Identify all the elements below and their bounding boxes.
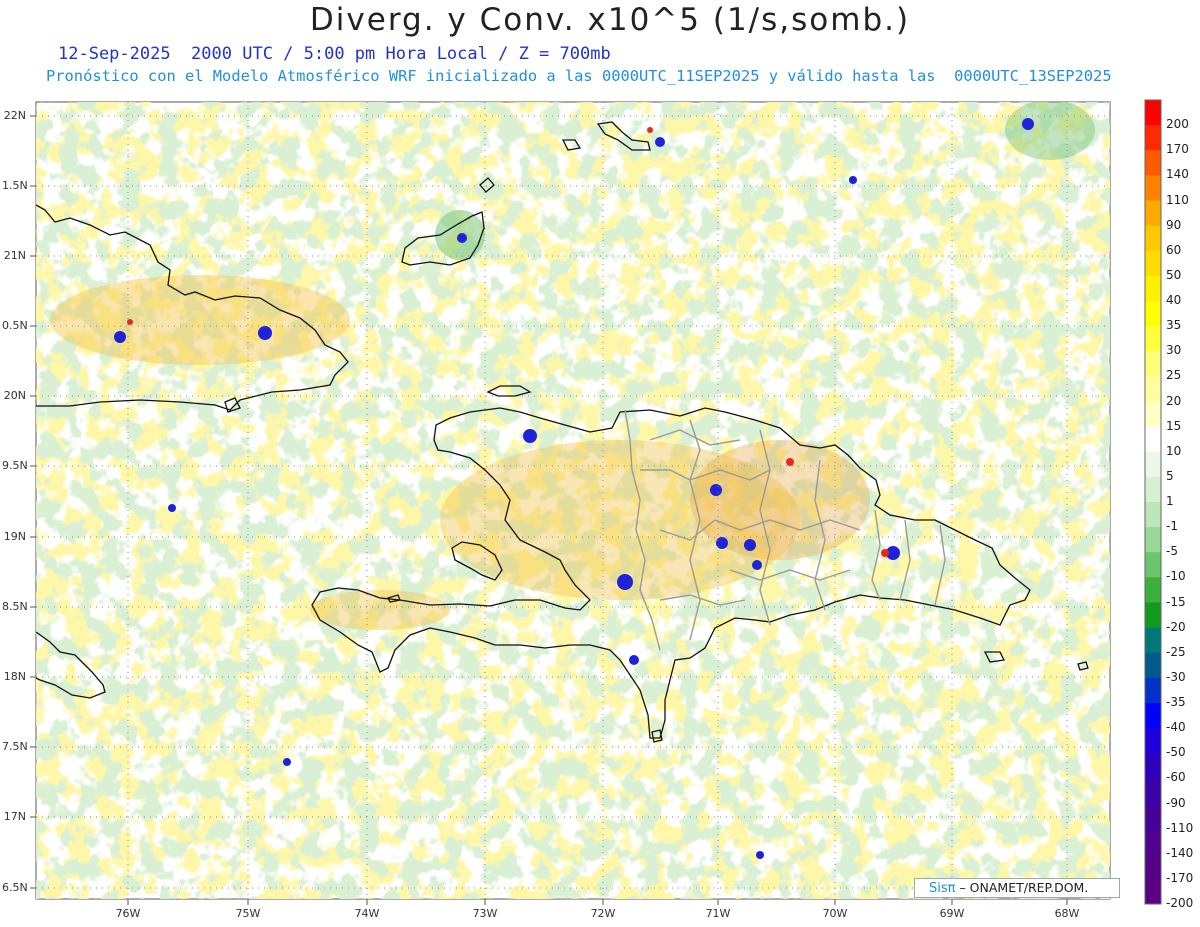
colorbar: [1144, 99, 1162, 905]
colorbar-swatch: [1145, 125, 1161, 151]
colorbar-label: -15: [1166, 594, 1186, 609]
colorbar-swatch: [1145, 150, 1161, 176]
colorbar-label: 110: [1166, 192, 1189, 207]
lat-label: 8.5N: [2, 600, 28, 613]
colorbar-swatch: [1145, 577, 1161, 603]
colorbar-swatch: [1145, 200, 1161, 227]
colorbar-swatch: [1145, 703, 1161, 729]
divergence-field: [36, 102, 1110, 899]
lon-label: 68W: [1054, 907, 1080, 920]
divergence-map: [30, 99, 1162, 905]
colorbar-label: -25: [1166, 644, 1186, 659]
colorbar-swatch: [1145, 803, 1161, 830]
lon-label: 72W: [590, 907, 616, 920]
colorbar-swatch: [1145, 677, 1161, 704]
colorbar-swatch: [1145, 878, 1161, 905]
colorbar-label: -1: [1166, 519, 1178, 534]
colorbar-swatch: [1145, 225, 1161, 252]
colorbar-swatch: [1145, 552, 1161, 578]
lon-label: 69W: [939, 907, 965, 920]
colorbar-label: 170: [1166, 142, 1189, 157]
credit-box: Sisπ – ONAMET/REP.DOM.: [914, 878, 1120, 898]
colorbar-swatch: [1145, 476, 1161, 503]
colorbar-swatch: [1145, 527, 1161, 553]
colorbar-swatch: [1145, 250, 1161, 277]
colorbar-label: 140: [1166, 167, 1189, 182]
colorbar-label: -170: [1166, 870, 1194, 885]
lat-label: 0.5N: [2, 319, 28, 332]
lat-label: 6.5N: [2, 881, 28, 894]
colorbar-swatch: [1145, 100, 1161, 126]
colorbar-label: -110: [1166, 820, 1194, 835]
colorbar-label: -10: [1166, 569, 1186, 584]
colorbar-label: -40: [1166, 720, 1186, 735]
colorbar-swatch: [1145, 426, 1161, 453]
colorbar-label: 200: [1166, 117, 1189, 132]
lat-label: 22N: [3, 109, 26, 122]
lon-label: 74W: [354, 907, 380, 920]
colorbar-label: 60: [1166, 242, 1182, 257]
lat-label: 17N: [3, 810, 26, 823]
colorbar-swatch: [1145, 753, 1161, 779]
lon-label: 71W: [705, 907, 731, 920]
colorbar-swatch: [1145, 828, 1161, 855]
lon-label: 70W: [822, 907, 848, 920]
colorbar-label: 30: [1166, 343, 1182, 358]
colorbar-label: 90: [1166, 217, 1182, 232]
sispi-logo: Sisπ: [929, 881, 956, 896]
colorbar-swatch: [1145, 728, 1161, 754]
lat-label: 9.5N: [2, 459, 28, 472]
lon-label: 73W: [472, 907, 498, 920]
colorbar-label: 40: [1166, 293, 1182, 307]
colorbar-label: -50: [1166, 745, 1186, 760]
colorbar-swatch: [1145, 853, 1161, 880]
colorbar-swatch: [1145, 175, 1161, 201]
colorbar-swatch: [1145, 401, 1161, 428]
colorbar-swatch: [1145, 627, 1161, 654]
colorbar-swatch: [1145, 778, 1161, 804]
colorbar-label: -20: [1166, 619, 1186, 634]
colorbar-label: -140: [1166, 845, 1194, 860]
colorbar-label: -90: [1166, 795, 1186, 810]
lat-label: 19N: [3, 530, 26, 543]
lat-label: 7.5N: [2, 740, 28, 753]
colorbar-swatch: [1145, 301, 1161, 327]
lon-label: 75W: [235, 907, 261, 920]
colorbar-label: -5: [1166, 544, 1178, 559]
colorbar-label: -35: [1166, 695, 1186, 709]
colorbar-swatch: [1145, 502, 1161, 528]
colorbar-swatch: [1145, 351, 1161, 377]
colorbar-label: 25: [1166, 368, 1182, 383]
colorbar-label: 5: [1166, 468, 1174, 483]
lat-label: 1.5N: [2, 179, 28, 192]
colorbar-swatch: [1145, 275, 1161, 302]
lat-label: 18N: [3, 670, 26, 683]
colorbar-label: 35: [1166, 318, 1182, 333]
lat-label: 20N: [3, 389, 26, 402]
lon-label: 76W: [115, 907, 141, 920]
colorbar-swatch: [1145, 602, 1161, 629]
colorbar-swatch: [1145, 652, 1161, 679]
colorbar-label: 15: [1166, 418, 1182, 433]
colorbar-label: -200: [1166, 896, 1194, 910]
lat-label: 21N: [3, 249, 26, 262]
colorbar-label: 50: [1166, 267, 1182, 282]
colorbar-swatch: [1145, 376, 1161, 402]
colorbar-label: 10: [1166, 443, 1182, 458]
colorbar-swatch: [1145, 451, 1161, 478]
credit-text: – ONAMET/REP.DOM.: [959, 880, 1089, 895]
colorbar-swatch: [1145, 326, 1161, 352]
colorbar-label: 1: [1166, 494, 1174, 508]
colorbar-label: -60: [1166, 770, 1186, 785]
colorbar-label: -30: [1166, 669, 1186, 684]
colorbar-label: 20: [1166, 393, 1182, 408]
